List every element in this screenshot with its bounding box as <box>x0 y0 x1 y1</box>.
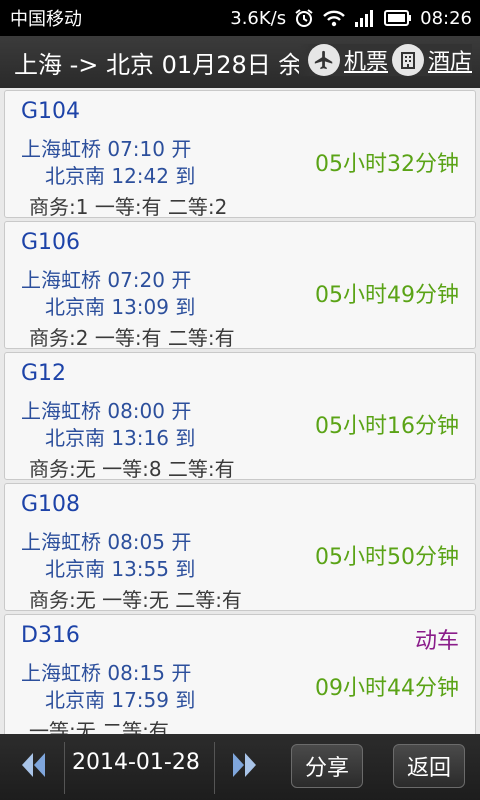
alarm-icon <box>294 8 314 28</box>
seat-availability: 商务:无 一等:无 二等:有 <box>29 588 242 612</box>
flight-ticket-label: 机票 <box>343 50 388 75</box>
bottom-bar: 2014-01-28 分享 返回 <box>0 734 480 800</box>
seat-availability: 商务:1 一等:有 二等:2 <box>29 195 228 219</box>
train-number: G12 <box>21 361 67 386</box>
train-card[interactable]: G108 上海虹桥 08:05 开 北京南 13:55 到 05小时50分钟 商… <box>4 483 476 612</box>
train-card[interactable]: G104 上海虹桥 07:10 开 北京南 12:42 到 05小时32分钟 商… <box>4 90 476 219</box>
status-time: 08:26 <box>420 7 472 29</box>
divider <box>214 742 215 794</box>
share-button[interactable]: 分享 <box>291 744 363 788</box>
travel-duration: 05小时49分钟 <box>315 283 459 308</box>
train-type-label: 动车 <box>414 629 459 654</box>
battery-icon <box>384 9 412 27</box>
seat-availability: 商务:2 一等:有 二等:有 <box>29 326 235 350</box>
train-number: G106 <box>21 230 81 255</box>
seat-availability: 商务:无 一等:8 二等:有 <box>29 457 235 481</box>
flight-ticket-link[interactable]: 机票 <box>307 44 388 76</box>
arrival-info: 北京南 13:16 到 <box>45 426 196 450</box>
departure-info: 上海虹桥 08:05 开 <box>21 530 192 554</box>
travel-duration: 05小时50分钟 <box>315 545 459 570</box>
travel-duration: 05小时16分钟 <box>315 414 459 439</box>
train-card[interactable]: G106 上海虹桥 07:20 开 北京南 13:09 到 05小时49分钟 商… <box>4 221 476 350</box>
route-title: 上海 -> 北京 01月28日 余票 <box>14 51 299 79</box>
header-bar: 上海 -> 北京 01月28日 余票 机票 酒店 <box>0 36 480 88</box>
previous-day-button[interactable] <box>14 747 54 787</box>
arrival-info: 北京南 17:59 到 <box>45 688 196 712</box>
double-chevron-right-icon <box>229 750 259 784</box>
wifi-icon <box>322 8 346 28</box>
selected-date[interactable]: 2014-01-28 <box>72 750 200 775</box>
hotel-icon <box>391 44 424 76</box>
departure-info: 上海虹桥 08:00 开 <box>21 399 192 423</box>
airplane-icon <box>307 44 340 76</box>
signal-icon <box>354 8 376 28</box>
train-number: G108 <box>21 492 81 517</box>
carrier-name: 中国移动 <box>10 9 82 30</box>
double-chevron-left-icon <box>19 750 49 784</box>
hotel-link[interactable]: 酒店 <box>391 44 472 76</box>
network-speed: 3.6K/s <box>230 7 287 29</box>
train-number: D316 <box>21 623 80 648</box>
arrival-info: 北京南 12:42 到 <box>45 164 196 188</box>
next-day-button[interactable] <box>224 747 264 787</box>
departure-info: 上海虹桥 07:20 开 <box>21 268 192 292</box>
status-bar: 中国移动 3.6K/s 08:26 <box>0 0 480 36</box>
train-number: G104 <box>21 99 81 124</box>
arrival-info: 北京南 13:55 到 <box>45 557 196 581</box>
travel-duration: 05小时32分钟 <box>315 152 459 177</box>
travel-duration: 09小时44分钟 <box>315 676 459 701</box>
back-button[interactable]: 返回 <box>393 744 465 788</box>
arrival-info: 北京南 13:09 到 <box>45 295 196 319</box>
hotel-label: 酒店 <box>427 50 472 75</box>
train-card[interactable]: D316 动车 上海虹桥 08:15 开 北京南 17:59 到 09小时44分… <box>4 614 476 734</box>
divider <box>64 742 65 794</box>
train-list[interactable]: G104 上海虹桥 07:10 开 北京南 12:42 到 05小时32分钟 商… <box>4 90 476 734</box>
train-card[interactable]: G12 上海虹桥 08:00 开 北京南 13:16 到 05小时16分钟 商务… <box>4 352 476 481</box>
departure-info: 上海虹桥 07:10 开 <box>21 137 192 161</box>
seat-availability: 一等:无 二等:有 <box>29 719 169 734</box>
departure-info: 上海虹桥 08:15 开 <box>21 661 192 685</box>
